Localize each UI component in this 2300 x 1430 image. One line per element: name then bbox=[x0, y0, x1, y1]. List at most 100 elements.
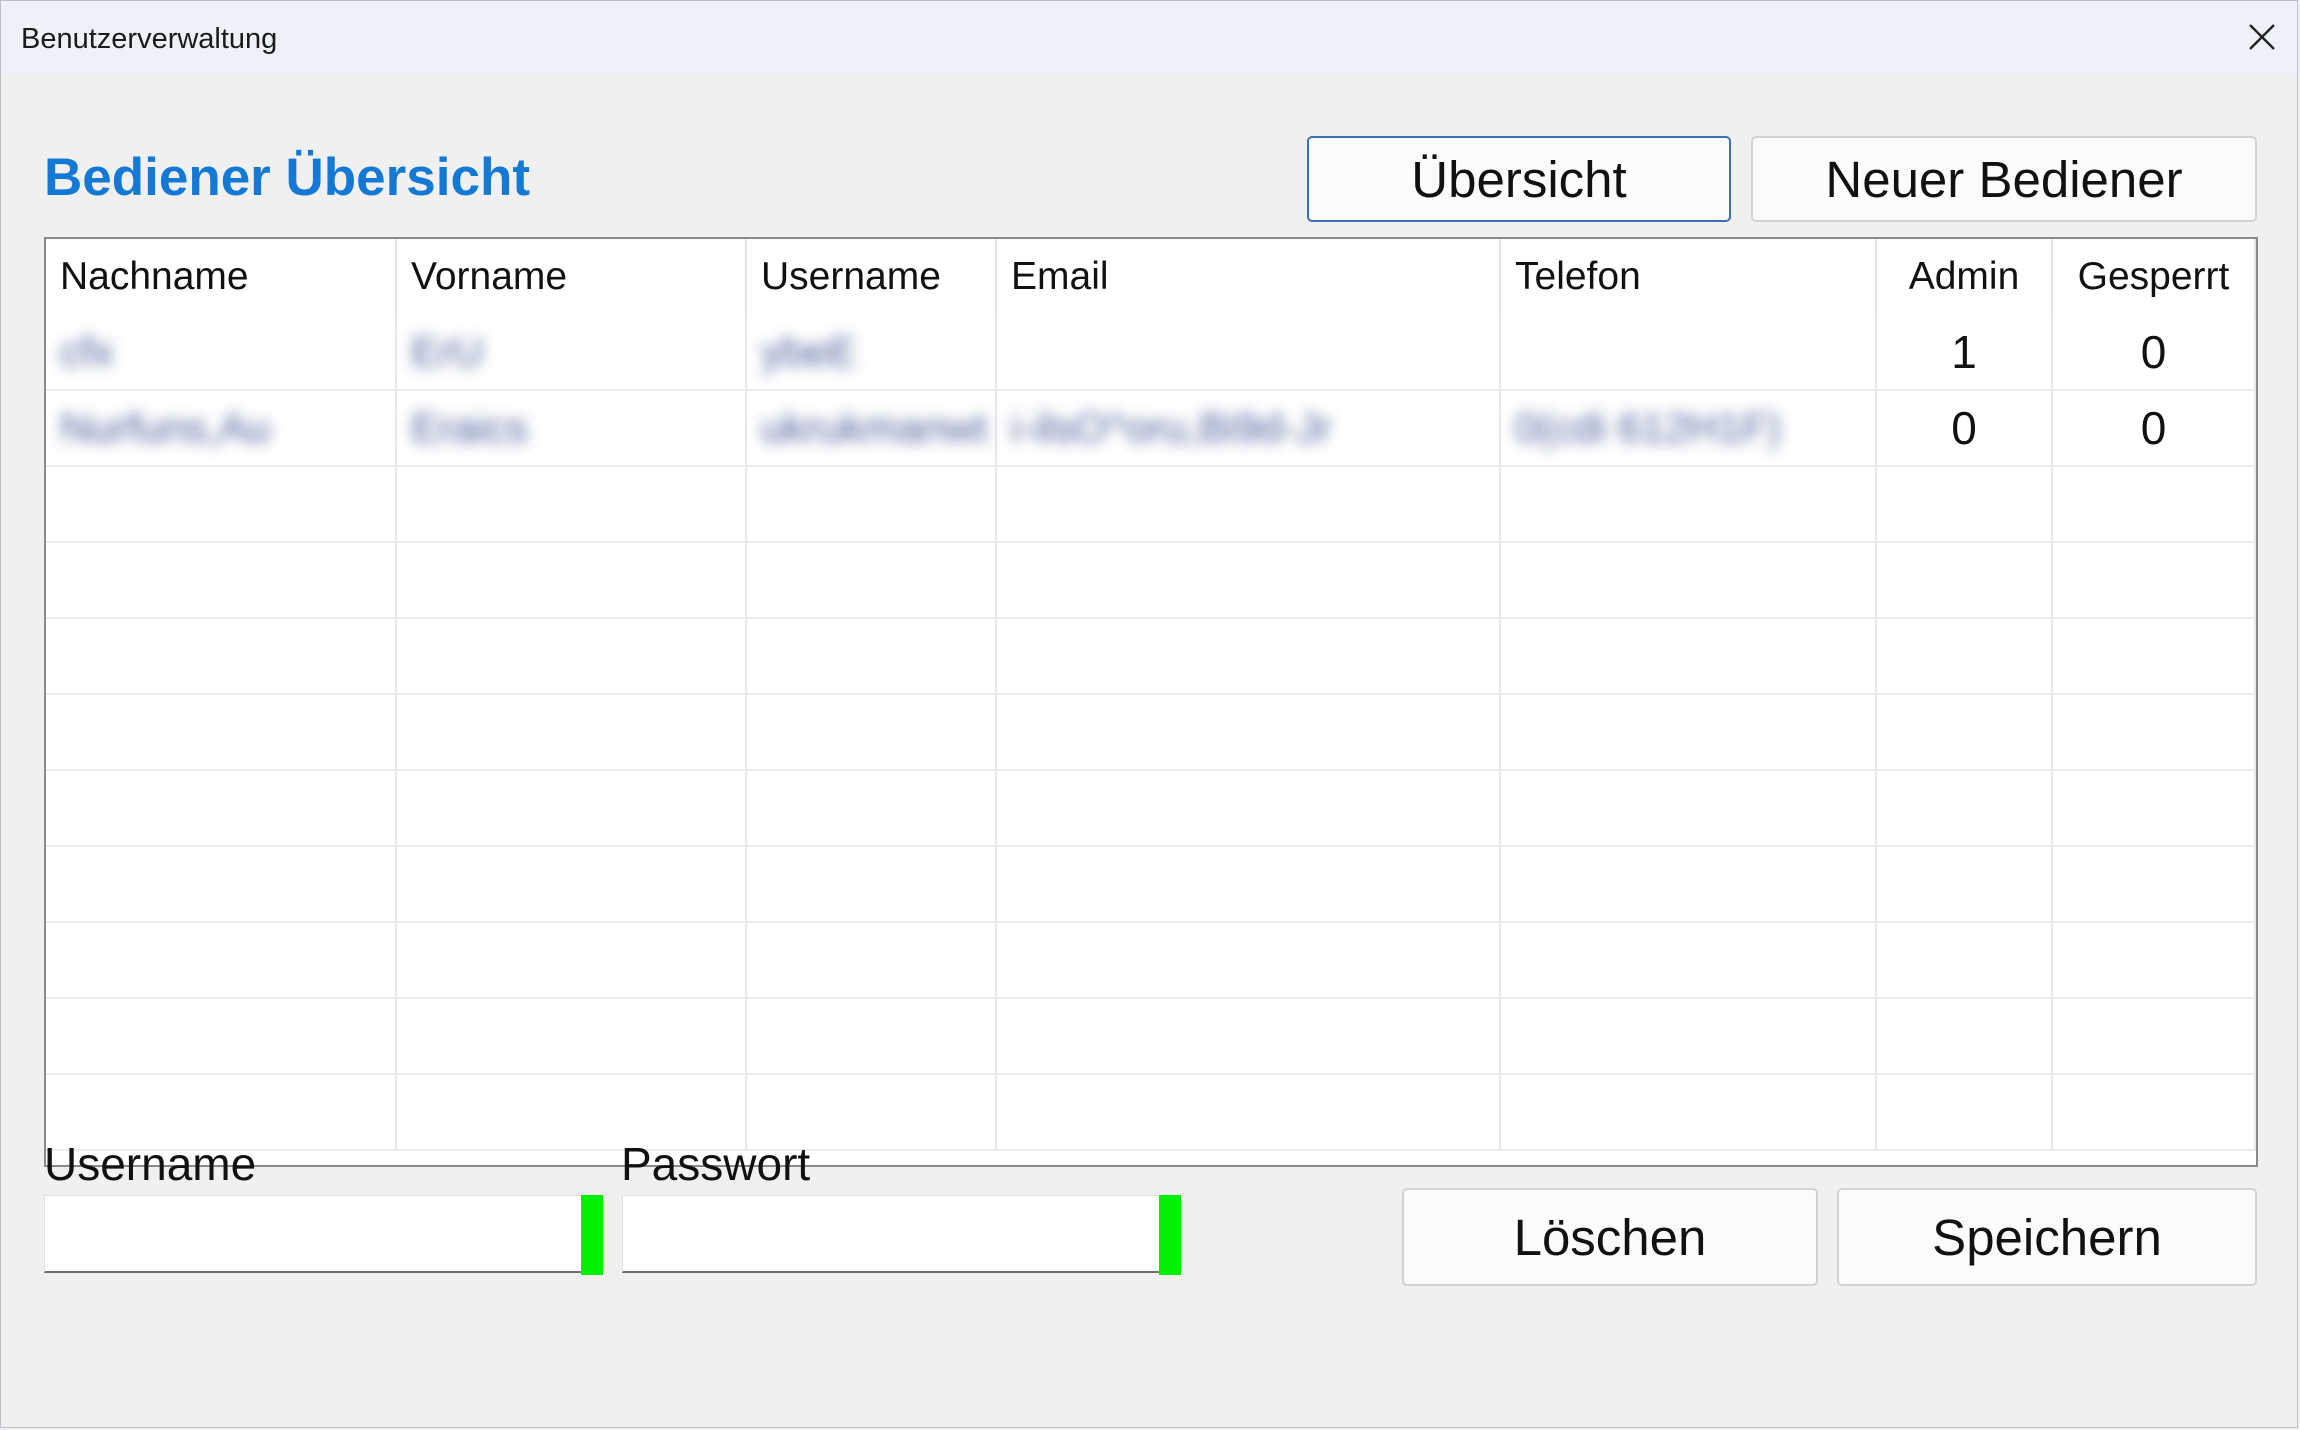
empty-table-row bbox=[46, 619, 2256, 695]
empty-cell bbox=[397, 771, 747, 847]
empty-cell bbox=[1501, 999, 1877, 1075]
empty-cell bbox=[46, 695, 397, 771]
overview-button[interactable]: Übersicht bbox=[1307, 136, 1731, 222]
username-field[interactable] bbox=[44, 1195, 584, 1273]
username-valid-indicator bbox=[581, 1195, 603, 1275]
empty-cell bbox=[1501, 771, 1877, 847]
column-header-email[interactable]: Email bbox=[997, 239, 1501, 315]
empty-cell bbox=[747, 923, 997, 999]
empty-cell bbox=[1877, 467, 2053, 543]
table-header: Nachname Vorname Username Email Telefon … bbox=[46, 239, 2256, 315]
empty-cell bbox=[46, 619, 397, 695]
empty-cell bbox=[397, 695, 747, 771]
empty-table-row bbox=[46, 999, 2256, 1075]
page-title: Bediener Übersicht bbox=[44, 148, 530, 207]
empty-cell bbox=[2053, 619, 2256, 695]
cell-gesperrt: 0 bbox=[2053, 391, 2256, 467]
empty-cell bbox=[1501, 467, 1877, 543]
table-row[interactable]: Nurfuns,Au Eraics ukrukmanwt i-ilsO^oru,… bbox=[46, 391, 2256, 467]
column-header-vorname[interactable]: Vorname bbox=[397, 239, 747, 315]
close-icon bbox=[2247, 22, 2277, 57]
cell-vorname: Eraics bbox=[397, 391, 747, 467]
empty-cell bbox=[397, 847, 747, 923]
empty-cell bbox=[1877, 999, 2053, 1075]
empty-cell bbox=[1501, 543, 1877, 619]
cell-admin: 1 bbox=[1877, 315, 2053, 391]
username-label: Username bbox=[44, 1138, 257, 1190]
empty-table-row bbox=[46, 847, 2256, 923]
empty-cell bbox=[1501, 695, 1877, 771]
empty-cell bbox=[397, 543, 747, 619]
empty-cell bbox=[997, 695, 1501, 771]
empty-cell bbox=[997, 543, 1501, 619]
empty-cell bbox=[997, 847, 1501, 923]
empty-cell bbox=[997, 619, 1501, 695]
empty-cell bbox=[1501, 1075, 1877, 1151]
close-button[interactable] bbox=[2227, 1, 2297, 77]
empty-table-row bbox=[46, 543, 2256, 619]
save-button[interactable]: Speichern bbox=[1837, 1188, 2257, 1286]
empty-cell bbox=[747, 999, 997, 1075]
cell-vorname: ErU bbox=[397, 315, 747, 391]
password-valid-indicator bbox=[1159, 1195, 1181, 1275]
cell-username: ukrukmanwt bbox=[747, 391, 997, 467]
empty-cell bbox=[397, 619, 747, 695]
cell-nachname: cfx bbox=[46, 315, 397, 391]
username-input[interactable] bbox=[45, 1196, 583, 1271]
cell-telefon: 0(cdi 612H1F) bbox=[1501, 391, 1877, 467]
empty-cell bbox=[997, 923, 1501, 999]
empty-cell bbox=[997, 771, 1501, 847]
title-bar: Benutzerverwaltung bbox=[1, 1, 2297, 77]
cell-admin: 0 bbox=[1877, 391, 2053, 467]
delete-button[interactable]: Löschen bbox=[1402, 1188, 1818, 1286]
cell-telefon bbox=[1501, 315, 1877, 391]
empty-cell bbox=[46, 543, 397, 619]
empty-table-row bbox=[46, 923, 2256, 999]
empty-cell bbox=[997, 999, 1501, 1075]
user-management-window: Benutzerverwaltung Bediener Übersicht Üb… bbox=[0, 0, 2298, 1428]
empty-table-row bbox=[46, 771, 2256, 847]
password-label: Passwort bbox=[621, 1138, 811, 1190]
empty-cell bbox=[1877, 695, 2053, 771]
empty-cell bbox=[46, 771, 397, 847]
column-header-username[interactable]: Username bbox=[747, 239, 997, 315]
empty-cell bbox=[46, 467, 397, 543]
cell-email: i-ilsO^oru,Bi9d-Jr bbox=[997, 391, 1501, 467]
empty-cell bbox=[2053, 467, 2256, 543]
empty-cell bbox=[1877, 543, 2053, 619]
empty-cell bbox=[1877, 771, 2053, 847]
empty-cell bbox=[2053, 695, 2256, 771]
column-header-nachname[interactable]: Nachname bbox=[46, 239, 397, 315]
cell-username: ybeE bbox=[747, 315, 997, 391]
window-title: Benutzerverwaltung bbox=[21, 23, 278, 55]
empty-cell bbox=[2053, 771, 2256, 847]
empty-cell bbox=[747, 619, 997, 695]
empty-cell bbox=[747, 467, 997, 543]
empty-cell bbox=[1501, 619, 1877, 695]
empty-cell bbox=[747, 695, 997, 771]
empty-cell bbox=[397, 999, 747, 1075]
new-operator-button[interactable]: Neuer Bediener bbox=[1751, 136, 2257, 222]
password-field[interactable] bbox=[622, 1195, 1162, 1273]
cell-email bbox=[997, 315, 1501, 391]
empty-cell bbox=[2053, 999, 2256, 1075]
table-row[interactable]: cfx ErU ybeE 1 0 bbox=[46, 315, 2256, 391]
empty-cell bbox=[2053, 847, 2256, 923]
password-input[interactable] bbox=[623, 1196, 1161, 1271]
column-header-admin[interactable]: Admin bbox=[1877, 239, 2053, 315]
column-header-telefon[interactable]: Telefon bbox=[1501, 239, 1877, 315]
empty-cell bbox=[1877, 1075, 2053, 1151]
empty-cell bbox=[997, 1075, 1501, 1151]
cell-nachname: Nurfuns,Au bbox=[46, 391, 397, 467]
empty-cell bbox=[1877, 923, 2053, 999]
empty-cell bbox=[46, 923, 397, 999]
empty-cell bbox=[1877, 619, 2053, 695]
empty-cell bbox=[747, 847, 997, 923]
empty-cell bbox=[1501, 847, 1877, 923]
empty-table-row bbox=[46, 695, 2256, 771]
empty-table-row bbox=[46, 467, 2256, 543]
column-header-gesperrt[interactable]: Gesperrt bbox=[2053, 239, 2256, 315]
empty-cell bbox=[1877, 847, 2053, 923]
empty-table-row bbox=[46, 1075, 2256, 1151]
empty-cell bbox=[997, 467, 1501, 543]
